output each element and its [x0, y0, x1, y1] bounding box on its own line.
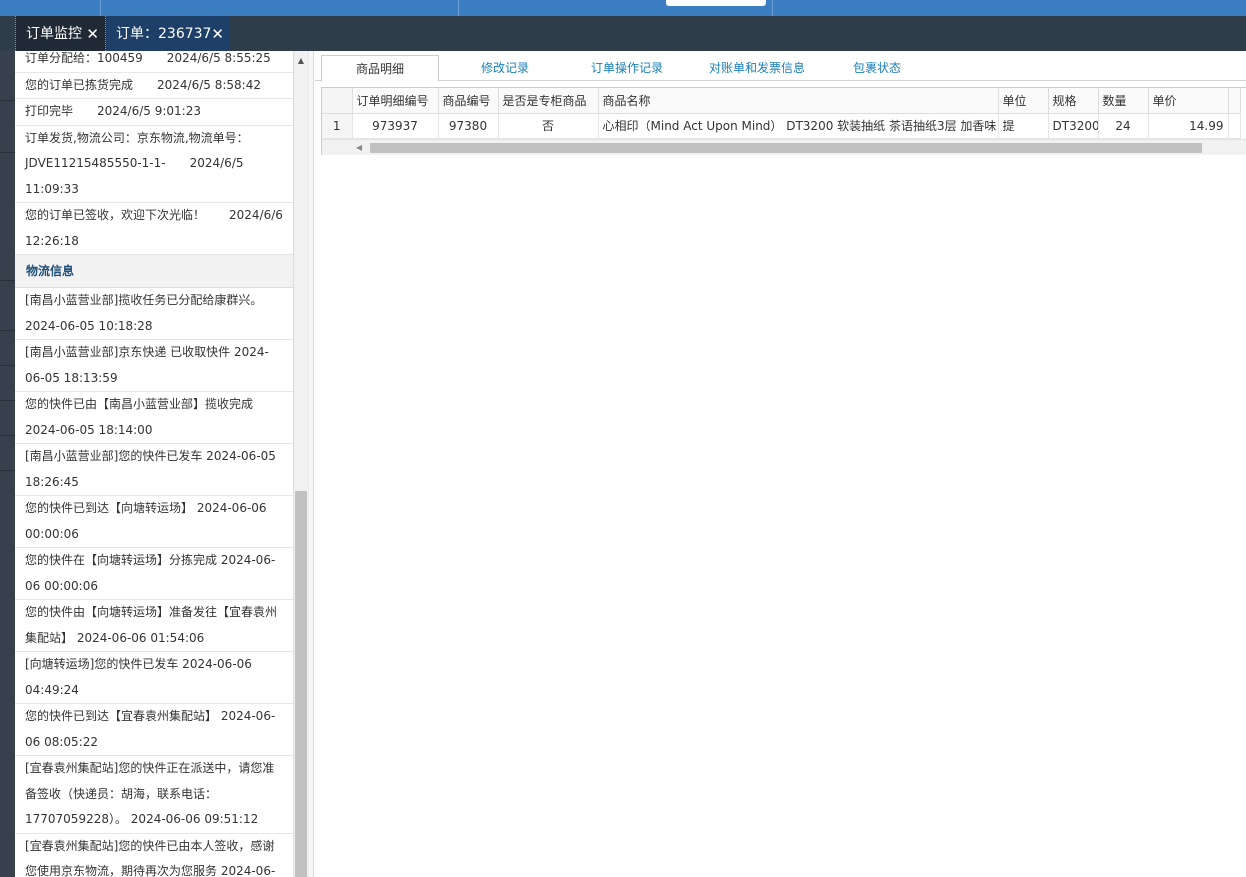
sidebar-collapsed-strip	[0, 51, 15, 877]
column-header[interactable]: 单价	[1148, 88, 1229, 114]
row-filler	[1228, 113, 1241, 139]
quantity-cell: 24	[1098, 113, 1149, 139]
order-log-entry: 订单分配给：100459 2024/6/5 8:55:25	[15, 51, 293, 73]
logistics-entry: [向塘转运场]您的快件已发车 2024-06-06 04:49:24	[15, 652, 293, 704]
table-row[interactable]: 1 973937 97380 否 心相印（Mind Act Upon Mind）…	[322, 113, 1241, 139]
close-icon[interactable]: ✕	[211, 16, 224, 53]
tab-order-monitor[interactable]: 订单监控 ✕	[15, 16, 106, 51]
logistics-entry: [宜春袁州集配站]您的快件已由本人签收，感谢您使用京东物流，期待再次为您服务 2…	[15, 834, 293, 877]
logistics-entry: [南昌小蓝营业部]揽收任务已分配给康群兴。 2024-06-05 10:18:2…	[15, 288, 293, 340]
logistics-section-title: 物流信息	[15, 255, 293, 288]
product-id-link[interactable]: 97380	[438, 113, 499, 139]
order-log-entry: 您的订单已签收，欢迎下次光临！ 2024/6/6 12:26:18	[15, 203, 293, 255]
spec-cell: DT3200	[1048, 113, 1099, 139]
tab-label: 订单监控	[26, 26, 82, 42]
tab-statement-invoice[interactable]: 对账单和发票信息	[695, 55, 819, 81]
row-number: 1	[322, 113, 353, 139]
detail-tab-strip: 商品明细 修改记录 订单操作记录 对账单和发票信息 包裹状态	[315, 51, 1246, 82]
header-divider	[772, 0, 773, 16]
tab-product-details[interactable]: 商品明细	[321, 55, 439, 82]
row-number-header	[322, 88, 353, 114]
scrollbar-thumb[interactable]	[295, 491, 307, 877]
column-header[interactable]: 是否是专柜商品	[498, 88, 599, 114]
top-header-bar	[0, 0, 1246, 16]
column-header[interactable]: 单位	[998, 88, 1049, 114]
scroll-left-arrow-icon[interactable]: ◀	[356, 140, 362, 156]
left-panel-scrollbar[interactable]: ▲	[293, 51, 308, 877]
tab-modification-log[interactable]: 修改记录	[455, 55, 555, 81]
tab-order-operation-log[interactable]: 订单操作记录	[577, 55, 677, 81]
order-log-entry: 打印完毕 2024/6/5 9:01:23	[15, 99, 293, 126]
column-header[interactable]: 订单明细编号	[352, 88, 439, 114]
logistics-entry: 您的快件在【向塘转运场】分拣完成 2024-06-06 00:00:06	[15, 548, 293, 600]
header-divider	[100, 0, 101, 16]
scroll-up-arrow-icon[interactable]: ▲	[294, 53, 308, 67]
logistics-entry: 您的快件由【向塘转运场】准备发往【宜春袁州集配站】 2024-06-06 01:…	[15, 600, 293, 652]
counter-product-cell: 否	[498, 113, 599, 139]
product-name-link[interactable]: 心相印（Mind Act Upon Mind） DT3200 软装抽纸 茶语抽纸…	[598, 113, 999, 139]
header-search-box[interactable]	[666, 0, 766, 6]
logistics-entry: [南昌小蓝营业部]您的快件已发车 2024-06-05 18:26:45	[15, 444, 293, 496]
scrollbar-thumb[interactable]	[370, 143, 1202, 153]
close-icon[interactable]: ✕	[86, 16, 99, 53]
unit-cell: 提	[998, 113, 1049, 139]
page-tab-bar: 订单监控 ✕ 订单：236737 ✕	[0, 16, 1246, 51]
column-header[interactable]: 商品名称	[598, 88, 999, 114]
tab-package-status[interactable]: 包裹状态	[837, 55, 917, 81]
logistics-entry: 您的快件已到达【宜春袁州集配站】 2024-06-06 08:05:22	[15, 704, 293, 756]
detail-id-cell: 973937	[352, 113, 439, 139]
column-header[interactable]: 数量	[1098, 88, 1149, 114]
product-grid: 订单明细编号 商品编号 是否是专柜商品 商品名称 单位 规格 数量 单价 1 9…	[321, 87, 1246, 155]
tab-order-detail[interactable]: 订单：236737 ✕	[106, 16, 230, 51]
header-divider	[458, 0, 459, 16]
grid-header-row: 订单明细编号 商品编号 是否是专柜商品 商品名称 单位 规格 数量 单价	[322, 88, 1241, 114]
tab-label: 订单：236737	[116, 26, 212, 42]
logistics-entry: [南昌小蓝营业部]京东快递 已收取快件 2024-06-05 18:13:59	[15, 340, 293, 392]
order-log-entry: 您的订单已拣货完成 2024/6/5 8:58:42	[15, 73, 293, 99]
unit-price-cell: 14.99	[1148, 113, 1229, 139]
logistics-entry: [宜春袁州集配站]您的快件正在派送中，请您准备签收（快递员：胡海，联系电话：17…	[15, 756, 293, 834]
order-detail-panel: 商品明细 修改记录 订单操作记录 对账单和发票信息 包裹状态 订单明细编号 商品…	[315, 51, 1246, 877]
order-log-panel: 订单分配给：100459 2024/6/5 8:55:25 您的订单已拣货完成 …	[15, 51, 293, 877]
logistics-entry: 您的快件已到达【向塘转运场】 2024-06-06 00:00:06	[15, 496, 293, 548]
order-log-entry: 订单发货,物流公司：京东物流,物流单号：JDVE11215485550-1-1-…	[15, 126, 293, 203]
panel-splitter[interactable]	[308, 51, 314, 877]
column-header-filler	[1228, 88, 1241, 114]
grid-horizontal-scrollbar[interactable]: ◀	[322, 139, 1246, 155]
column-header[interactable]: 商品编号	[438, 88, 499, 114]
column-header[interactable]: 规格	[1048, 88, 1099, 114]
logistics-entry: 您的快件已由【南昌小蓝营业部】揽收完成 2024-06-05 18:14:00	[15, 392, 293, 444]
